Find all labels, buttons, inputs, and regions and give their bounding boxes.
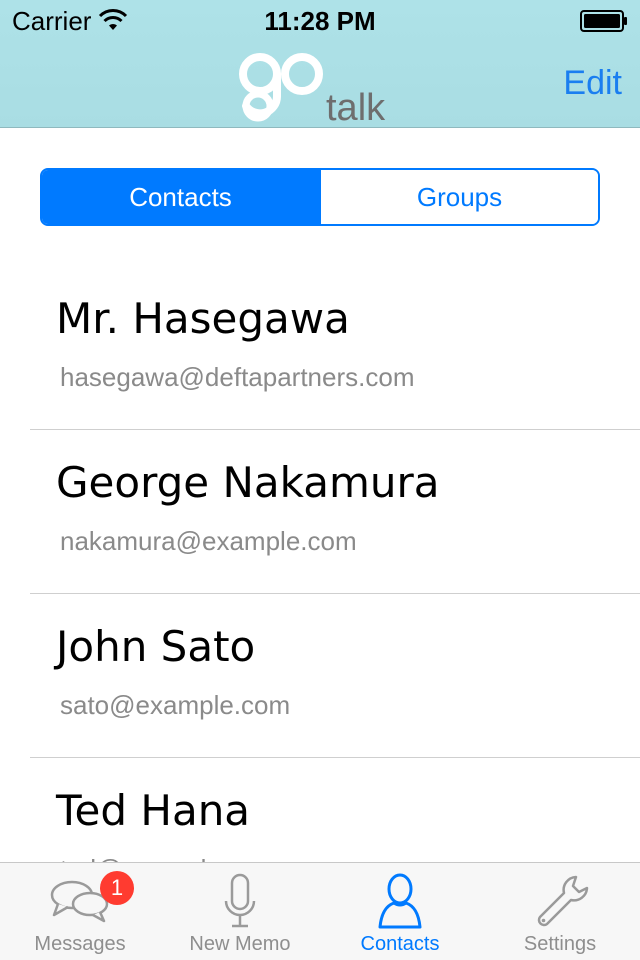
contact-name: George Nakamura [56, 458, 440, 507]
tab-label: New Memo [189, 933, 291, 955]
list-item[interactable]: Ted Hana ted@example.com [30, 758, 640, 862]
contacts-groups-segmented-control: Contacts Groups [40, 168, 600, 226]
tab-label: Messages [34, 933, 126, 955]
list-item[interactable]: John Sato sato@example.com [30, 594, 640, 758]
tab-settings[interactable]: Settings [480, 863, 640, 960]
tab-contacts[interactable]: Contacts [320, 863, 480, 960]
go-talk-logo: talk [239, 53, 386, 126]
list-item[interactable]: Mr. Hasegawa hasegawa@deftapartners.com [30, 266, 640, 430]
edit-button[interactable]: Edit [563, 64, 622, 103]
person-icon [378, 873, 422, 929]
status-bar: Carrier 11:28 PM [0, 0, 640, 40]
list-item[interactable]: George Nakamura nakamura@example.com [30, 430, 640, 594]
segment-groups[interactable]: Groups [319, 170, 598, 224]
contact-list[interactable]: Mr. Hasegawa hasegawa@deftapartners.com … [0, 266, 640, 862]
tab-label: Contacts [360, 933, 440, 955]
contact-email: ted@example.com [60, 854, 277, 862]
navigation-bar: Carrier 11:28 PM talk Edit [0, 0, 640, 128]
contact-name: John Sato [56, 622, 256, 671]
microphone-icon [224, 873, 256, 928]
contact-email: hasegawa@deftapartners.com [60, 362, 415, 392]
contact-email: sato@example.com [60, 690, 291, 720]
svg-text:talk: talk [326, 87, 386, 126]
tab-label: Settings [523, 933, 597, 955]
clock: 11:28 PM [264, 6, 376, 36]
contact-name: Mr. Hasegawa [56, 294, 350, 343]
tab-messages[interactable]: 1 Messages [0, 863, 160, 960]
contact-name: Ted Hana [56, 786, 251, 835]
tab-new-memo[interactable]: New Memo [160, 863, 320, 960]
messages-badge: 1 [100, 871, 134, 905]
contact-email: nakamura@example.com [60, 526, 357, 556]
battery-icon [580, 10, 627, 32]
tab-bar: 1 Messages New Memo Contacts Settings [0, 862, 640, 960]
wrench-icon [537, 875, 589, 927]
segment-contacts[interactable]: Contacts [42, 170, 319, 224]
